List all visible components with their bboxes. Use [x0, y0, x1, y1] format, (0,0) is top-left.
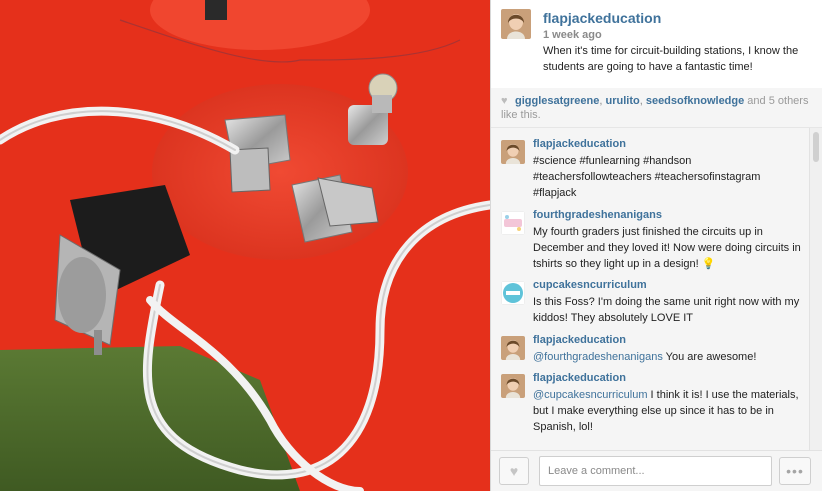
comment-input[interactable] [539, 456, 772, 486]
comments-list: flapjackeducation #science #funlearning … [491, 128, 809, 450]
avatar-image [501, 281, 525, 305]
instagram-post-view: flapjackeducation 1 week ago When it's t… [0, 0, 822, 491]
circuit-photo-image [0, 0, 490, 491]
commenter-username[interactable]: cupcakesncurriculum [533, 279, 647, 291]
avatar-image [501, 211, 525, 235]
comment-text: #science #funlearning #handson #teachers… [533, 155, 761, 199]
commenter-username[interactable]: flapjackeducation [533, 334, 626, 346]
like-separator: , [639, 95, 643, 107]
commenter-avatar[interactable] [501, 281, 525, 305]
comment-footer: ♥ ••• [491, 450, 822, 491]
commenter-username[interactable]: fourthgradeshenanigans [533, 209, 662, 221]
comment-body: You are awesome! [662, 351, 757, 363]
comment-mention[interactable]: @fourthgradeshenanigans [533, 351, 663, 363]
post-timestamp[interactable]: 1 week ago [543, 29, 602, 41]
like-separator: , [599, 95, 603, 107]
commenter-avatar[interactable] [501, 374, 525, 398]
post-caption: When it's time for circuit-building stat… [543, 45, 799, 73]
post-sidebar: flapjackeducation 1 week ago When it's t… [490, 0, 822, 491]
commenter-username[interactable]: flapjackeducation [533, 372, 626, 384]
like-user[interactable]: gigglesatgreene [515, 95, 599, 107]
like-button[interactable]: ♥ [499, 457, 529, 485]
scrollbar-thumb[interactable] [813, 132, 819, 162]
commenter-username[interactable]: flapjackeducation [533, 138, 626, 150]
likes-summary: ♥ gigglesatgreene, urulito, seedsofknowle… [491, 88, 822, 128]
comment-text: @cupcakesncurriculum I think it is! I us… [533, 387, 805, 435]
post-header: flapjackeducation 1 week ago When it's t… [491, 0, 822, 89]
commenter-avatar[interactable] [501, 140, 525, 164]
like-user[interactable]: urulito [605, 95, 639, 107]
comment-text: My fourth graders just finished the circ… [533, 226, 801, 270]
author-username[interactable]: flapjackeducation [543, 10, 661, 26]
like-user[interactable]: seedsofknowledge [646, 95, 744, 107]
commenter-avatar[interactable] [501, 336, 525, 360]
comment-text: @fourthgradeshenanigans You are awesome! [533, 349, 805, 365]
avatar-image [501, 336, 525, 360]
commenter-avatar[interactable] [501, 211, 525, 235]
comments-scrollbar[interactable] [809, 128, 822, 450]
heart-icon: ♥ [501, 95, 508, 107]
more-options-button[interactable]: ••• [779, 457, 811, 485]
avatar-image [501, 9, 531, 39]
avatar-image [501, 140, 525, 164]
comment-mention[interactable]: @cupcakesncurriculum [533, 389, 648, 401]
comment-text: Is this Foss? I'm doing the same unit ri… [533, 296, 800, 324]
post-photo[interactable] [0, 0, 490, 491]
author-avatar[interactable] [501, 9, 531, 39]
heart-icon: ♥ [509, 463, 519, 479]
ellipsis-icon: ••• [786, 463, 804, 479]
avatar-image [501, 374, 525, 398]
